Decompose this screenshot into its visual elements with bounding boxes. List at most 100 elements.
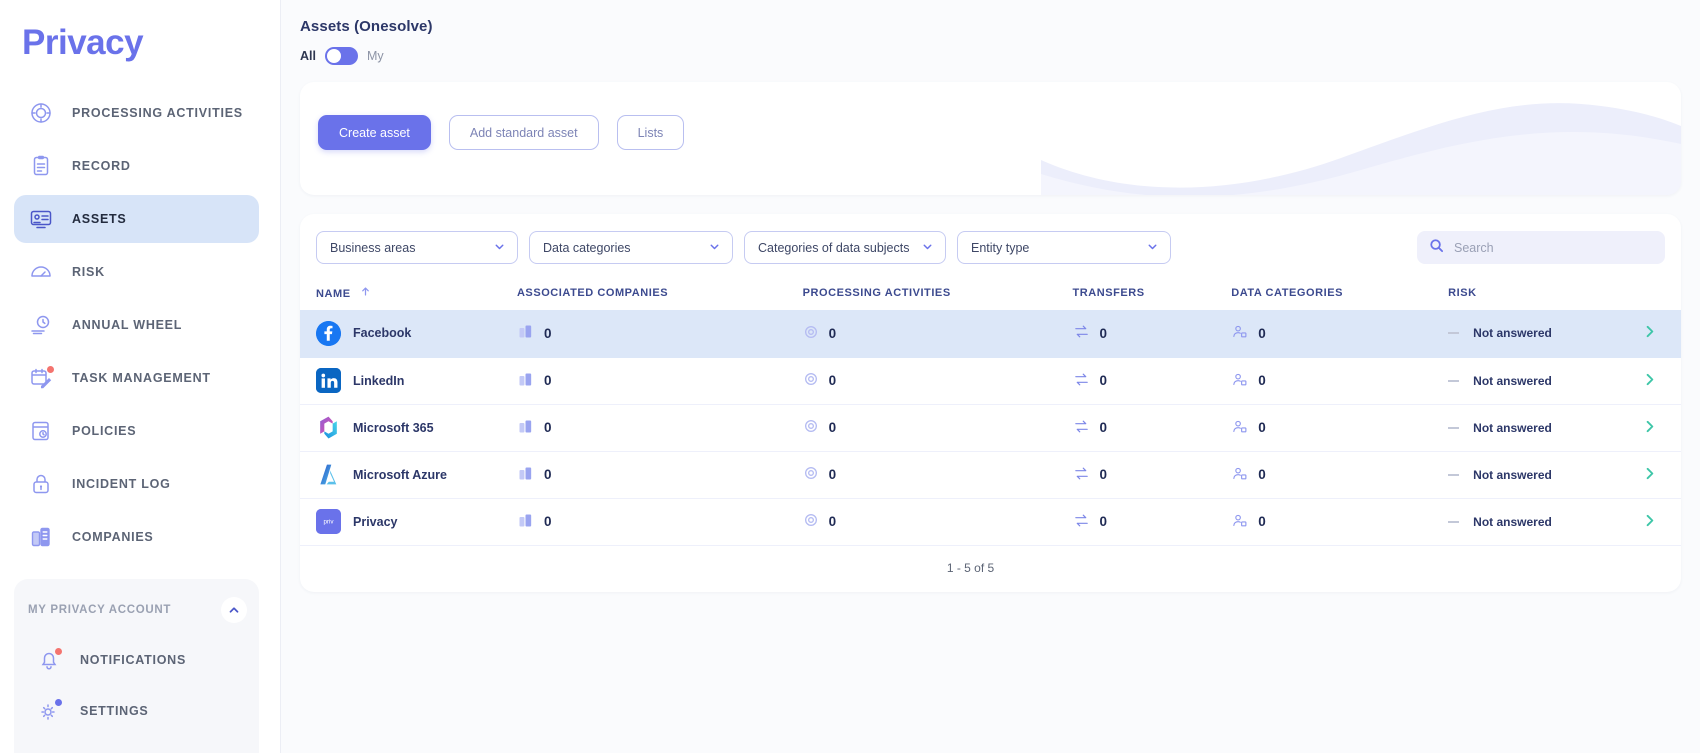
companies-icon (517, 323, 534, 343)
linkedin-logo (316, 368, 341, 393)
assets-table: NAME ASSOCIATED COMPANIES PROCESSING ACT… (300, 280, 1681, 546)
cell-transfers: 0 (1073, 357, 1232, 404)
filter-entity-type[interactable]: Entity type (957, 231, 1171, 264)
sidebar-item-processing-activities[interactable]: PROCESSING ACTIVITIES (14, 89, 259, 137)
processing-activities-icon (803, 324, 819, 343)
sidebar-item-notifications[interactable]: NOTIFICATIONS (22, 636, 251, 684)
gear-icon (36, 698, 62, 724)
companies-icon (517, 512, 534, 532)
sidebar-item-companies[interactable]: COMPANIES (14, 513, 259, 561)
transfers-icon (1073, 323, 1090, 343)
table-row[interactable]: Microsoft 365 0 0 0 0 Not answered (300, 404, 1681, 451)
lists-button[interactable]: Lists (616, 115, 685, 150)
chevron-down-icon (1146, 240, 1159, 256)
filter-categories-of-data-subjects[interactable]: Categories of data subjects (744, 231, 946, 264)
account-section-header[interactable]: MY PRIVACY ACCOUNT (14, 587, 259, 633)
transfers-icon (1073, 512, 1090, 532)
column-header-risk[interactable]: RISK (1448, 280, 1617, 310)
sidebar-item-assets[interactable]: ASSETS (14, 194, 259, 243)
filter-bar: Business areas Data categories Categorie… (300, 231, 1681, 264)
search-box[interactable] (1417, 231, 1665, 264)
cell-risk: Not answered (1448, 451, 1617, 498)
notification-dot (47, 365, 54, 373)
chevron-right-icon (1646, 326, 1653, 338)
sidebar-item-record[interactable]: RECORD (14, 142, 259, 190)
value: 0 (1258, 420, 1266, 435)
add-standard-asset-button[interactable]: Add standard asset (448, 115, 599, 150)
annual-wheel-icon (28, 312, 54, 338)
sidebar-item-policies[interactable]: POLICIES (14, 407, 259, 455)
cell-associated-companies: 0 (517, 357, 803, 404)
value: 0 (1258, 514, 1266, 529)
cell-associated-companies: 0 (517, 451, 803, 498)
table-row[interactable]: Facebook 0 0 0 0 Not answered (300, 310, 1681, 357)
row-open-chevron[interactable] (1617, 404, 1681, 451)
table-row[interactable]: LinkedIn 0 0 0 0 Not answered (300, 357, 1681, 404)
value: 0 (828, 420, 837, 435)
sidebar-item-risk[interactable]: RISK (14, 248, 259, 296)
companies-icon (517, 418, 534, 438)
my-privacy-account-section: MY PRIVACY ACCOUNT NOTIFICATIONS SETTING… (14, 578, 259, 753)
sidebar-item-label: ANNUAL WHEEL (72, 317, 183, 332)
risk-dash-icon (1448, 332, 1460, 335)
companies-icon (28, 524, 54, 550)
sidebar-item-label: INCIDENT LOG (72, 476, 171, 491)
column-header-transfers[interactable]: TRANSFERS (1073, 280, 1232, 310)
table-row[interactable]: Microsoft Azure 0 0 0 0 Not answered (300, 451, 1681, 498)
sidebar-item-settings[interactable]: SETTINGS (22, 687, 251, 735)
page-title: Assets (Onesolve) (300, 18, 433, 35)
value: 0 (543, 514, 552, 529)
toggle-label-my[interactable]: My (367, 49, 384, 63)
processing-activities-icon (803, 512, 819, 531)
risk-dash-icon (1448, 379, 1460, 382)
cell-data-categories: 0 (1231, 404, 1448, 451)
status-badge: Not answered (1473, 326, 1552, 341)
sidebar-item-annual-wheel[interactable]: ANNUAL WHEEL (14, 301, 259, 349)
value: 0 (1099, 420, 1108, 435)
value: 0 (1099, 514, 1108, 529)
filter-data-categories[interactable]: Data categories (529, 231, 733, 264)
row-open-chevron[interactable] (1617, 310, 1681, 357)
filter-business-areas[interactable]: Business areas (316, 231, 518, 264)
filter-label: Data categories (543, 240, 631, 255)
row-open-chevron[interactable] (1617, 357, 1681, 404)
scope-toggle[interactable] (324, 47, 358, 65)
bell-icon (36, 647, 62, 673)
column-header-processing-activities[interactable]: PROCESSING ACTIVITIES (803, 280, 1073, 310)
sidebar-item-incident-log[interactable]: INCIDENT LOG (14, 460, 259, 508)
sidebar-item-label: TASK MANAGEMENT (72, 370, 211, 385)
search-input[interactable] (1454, 240, 1639, 255)
toggle-knob (326, 49, 341, 63)
table-row[interactable]: priv Privacy 0 0 0 0 Not answered (300, 498, 1681, 545)
toggle-label-all[interactable]: All (300, 49, 316, 63)
main-content: Assets (Onesolve) All My Create asset Ad… (281, 0, 1700, 753)
asset-name: Privacy (353, 514, 398, 529)
status-badge: Not answered (1473, 514, 1552, 529)
value: 0 (828, 514, 837, 529)
filter-label: Categories of data subjects (758, 240, 910, 255)
sidebar-item-task-management[interactable]: TASK MANAGEMENT (14, 354, 259, 402)
cell-name: LinkedIn (300, 357, 517, 404)
column-header-name[interactable]: NAME (300, 280, 517, 310)
cell-processing-activities: 0 (803, 310, 1073, 357)
table-body: Facebook 0 0 0 0 Not answered LinkedIn 0… (300, 310, 1681, 545)
task-management-icon (28, 365, 54, 391)
cell-associated-companies: 0 (517, 498, 803, 545)
cell-processing-activities: 0 (803, 357, 1073, 404)
cell-risk: Not answered (1448, 404, 1617, 451)
value: 0 (543, 373, 552, 388)
row-open-chevron[interactable] (1617, 451, 1681, 498)
page-header: Assets (Onesolve) All My (281, 0, 1700, 65)
value: 0 (543, 420, 552, 435)
row-open-chevron[interactable] (1617, 498, 1681, 545)
column-header-data-categories[interactable]: DATA CATEGORIES (1231, 280, 1448, 310)
table-header-row: NAME ASSOCIATED COMPANIES PROCESSING ACT… (300, 280, 1681, 310)
table-head: NAME ASSOCIATED COMPANIES PROCESSING ACT… (300, 280, 1681, 310)
assets-table-card: Business areas Data categories Categorie… (300, 214, 1681, 592)
chevron-right-icon (1646, 514, 1653, 526)
create-asset-button[interactable]: Create asset (318, 115, 431, 150)
column-header-associated-companies[interactable]: ASSOCIATED COMPANIES (517, 280, 803, 310)
cell-data-categories: 0 (1231, 357, 1448, 404)
azure-logo (316, 462, 341, 487)
chevron-up-icon[interactable] (221, 596, 247, 623)
